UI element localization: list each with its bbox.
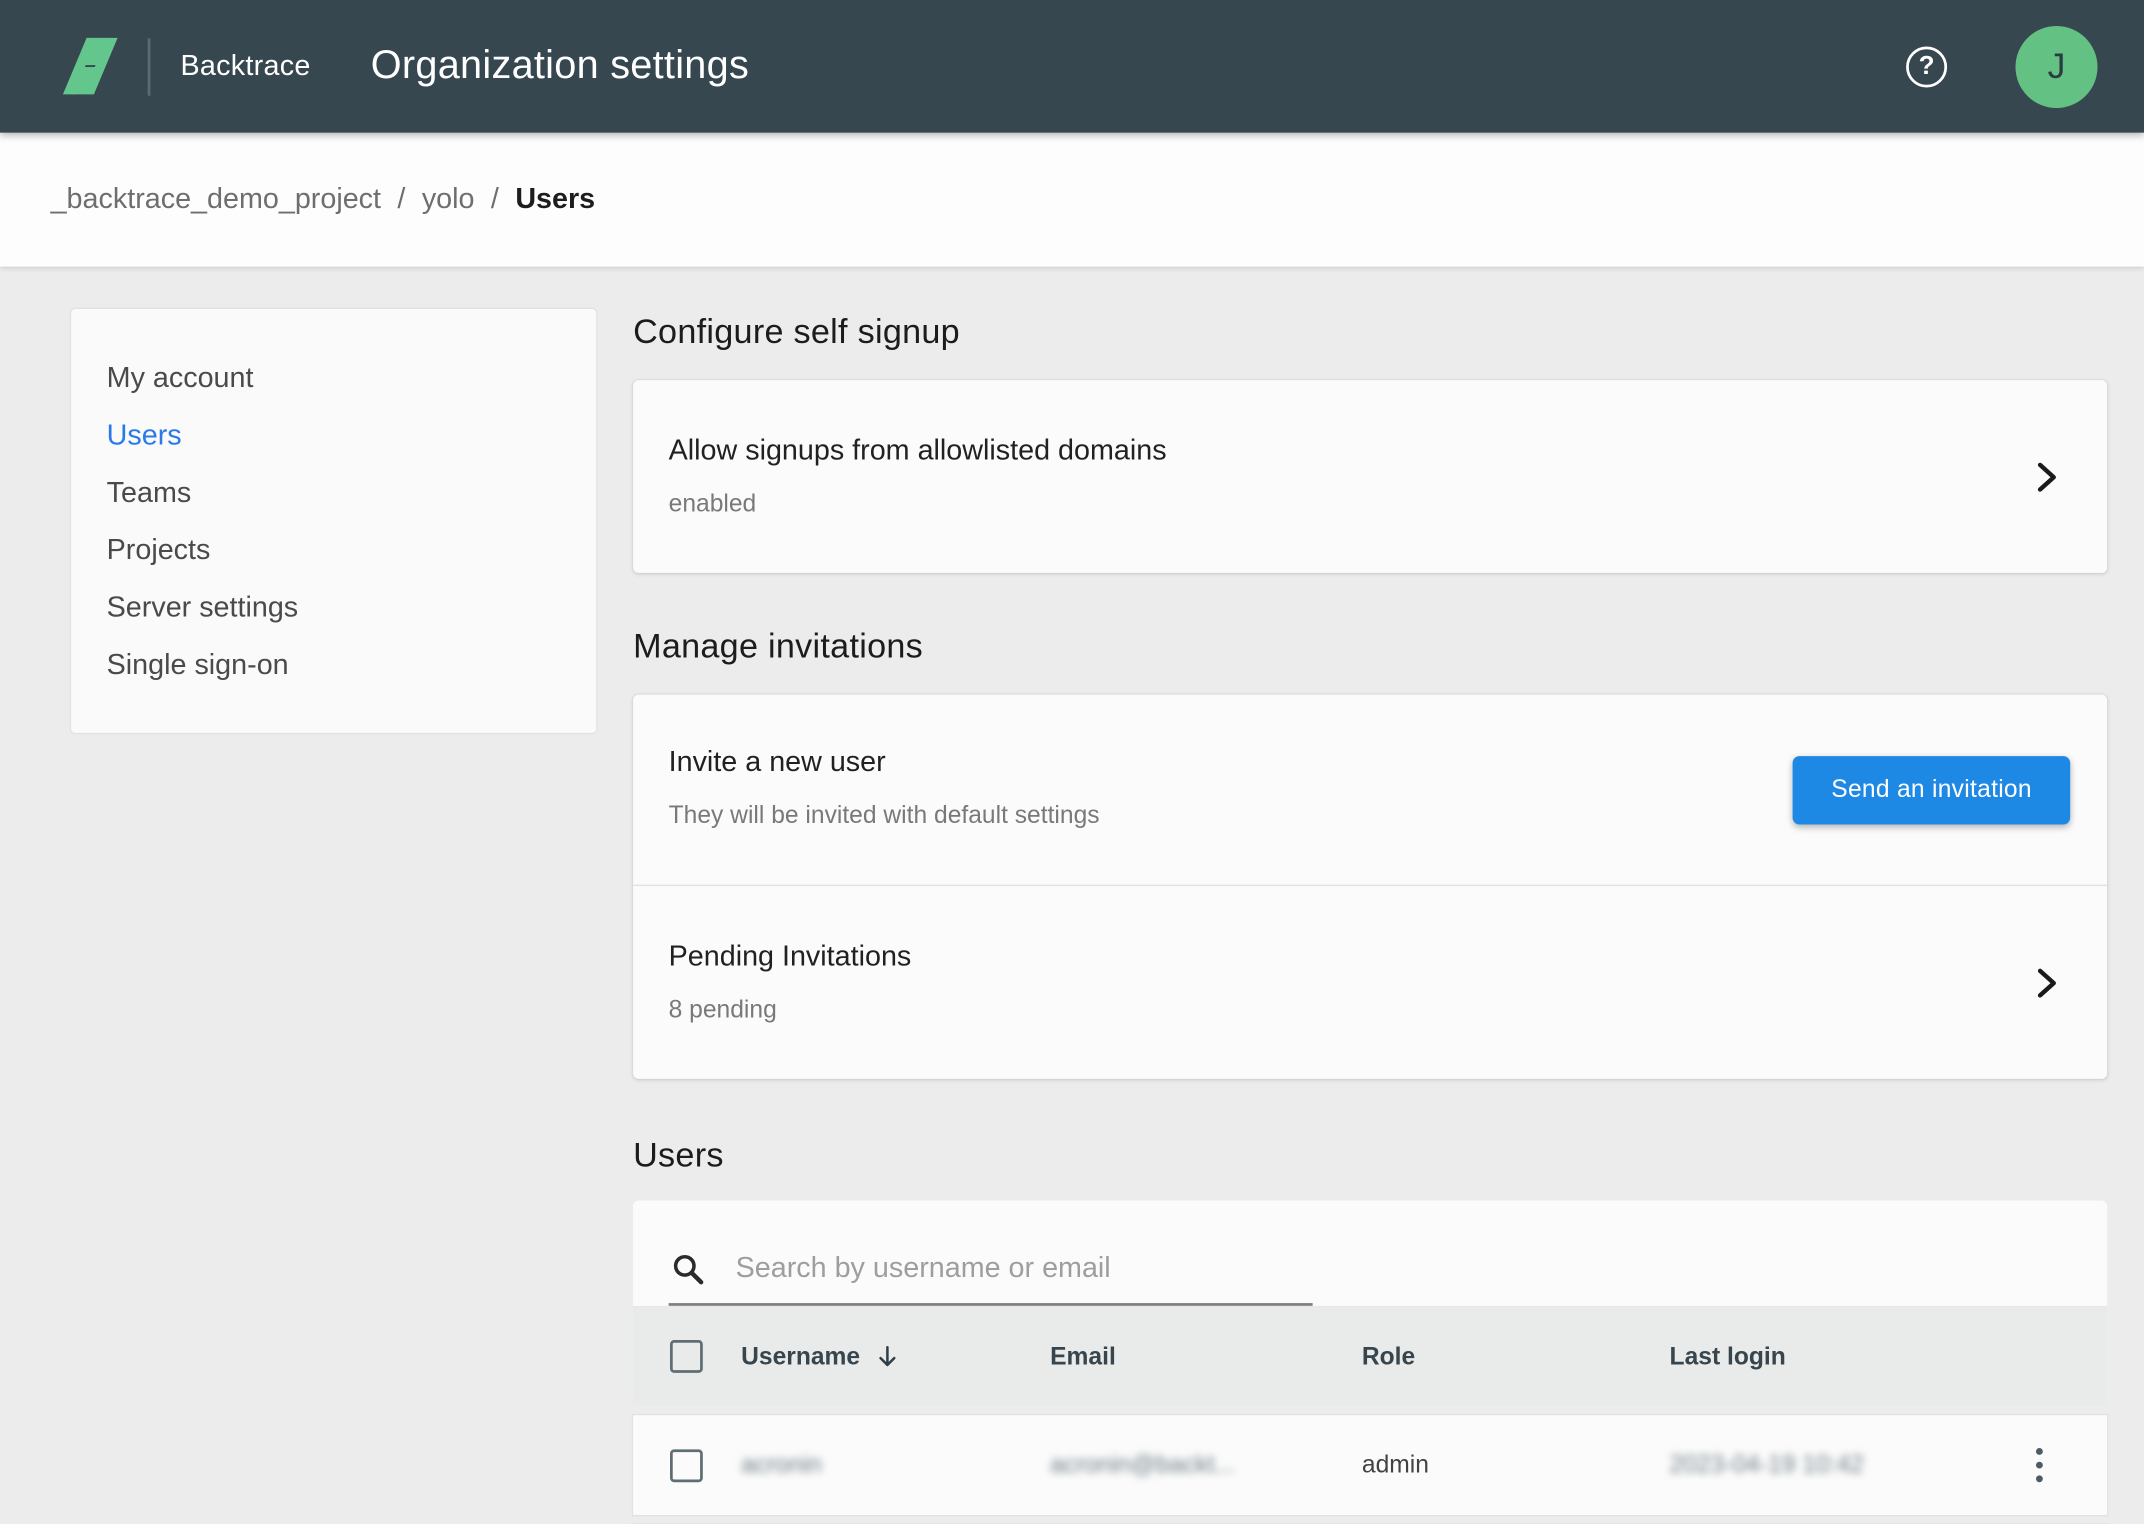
sidebar-item-users[interactable]: Users: [71, 407, 596, 464]
brand-divider: [148, 38, 151, 95]
send-invitation-button[interactable]: Send an invitation: [1793, 755, 2070, 823]
sidebar-item-server-settings[interactable]: Server settings: [71, 580, 596, 637]
users-table-body: acronin acronin@backt... admin 2023-04-1…: [633, 1415, 2107, 1524]
sidebar-item-my-account[interactable]: My account: [71, 350, 596, 407]
invitations-card: Invite a new user They will be invited w…: [633, 695, 2107, 1079]
invite-new-user-row: Invite a new user They will be invited w…: [633, 695, 2107, 885]
pending-invitations-count: 8 pending: [669, 995, 2012, 1024]
backtrace-logo-icon: [60, 34, 120, 100]
allowlisted-domains-row[interactable]: Allow signups from allowlisted domains e…: [633, 380, 2107, 573]
pending-invitations-row[interactable]: Pending Invitations 8 pending: [633, 886, 2107, 1079]
cell-username: acronin: [741, 1451, 1050, 1480]
section-heading-invitations: Manage invitations: [633, 628, 2107, 668]
brand-name: Backtrace: [180, 50, 310, 83]
breadcrumb-separator: /: [491, 183, 499, 216]
sidebar-item-teams[interactable]: Teams: [71, 465, 596, 522]
breadcrumb-bar: _backtrace_demo_project / yolo / Users: [0, 133, 2144, 267]
page-title: Organization settings: [371, 44, 749, 89]
invite-subtitle: They will be invited with default settin…: [669, 801, 1738, 830]
column-header-username[interactable]: Username: [741, 1342, 1050, 1371]
app-header: Backtrace Organization settings ? J: [0, 0, 2144, 133]
self-signup-card: Allow signups from allowlisted domains e…: [633, 380, 2107, 573]
chevron-right-icon: [2036, 460, 2058, 493]
row-checkbox[interactable]: [670, 1449, 703, 1482]
allowlisted-domains-status: enabled: [669, 490, 2012, 519]
pending-invitations-title: Pending Invitations: [669, 941, 2012, 974]
main-content: Configure self signup Allow signups from…: [633, 267, 2107, 1524]
sort-descending-icon: [874, 1343, 901, 1370]
column-label-username: Username: [741, 1342, 860, 1371]
chevron-right-icon: [2036, 966, 2058, 999]
column-header-email[interactable]: Email: [1050, 1342, 1362, 1371]
search-input[interactable]: [736, 1252, 1310, 1285]
select-all-checkbox[interactable]: [670, 1340, 703, 1373]
user-search-card: [633, 1201, 2107, 1308]
select-all-cell: [633, 1340, 741, 1373]
sidebar-item-projects[interactable]: Projects: [71, 522, 596, 579]
column-header-role[interactable]: Role: [1362, 1342, 1670, 1371]
row-menu-icon[interactable]: [2022, 1445, 2055, 1486]
section-heading-users: Users: [633, 1136, 2107, 1176]
column-header-last-login[interactable]: Last login: [1670, 1342, 2012, 1371]
table-row: acronin acronin@backt... admin 2023-04-1…: [633, 1415, 2107, 1515]
allowlisted-domains-title: Allow signups from allowlisted domains: [669, 435, 2012, 468]
page-body: My accountUsersTeamsProjectsServer setti…: [0, 267, 2144, 1524]
cell-role: admin: [1362, 1451, 1670, 1480]
user-search-field: [669, 1243, 1313, 1306]
section-heading-self-signup: Configure self signup: [633, 313, 2107, 353]
search-icon: [670, 1251, 706, 1287]
users-table-header: Username Email Role Last login: [633, 1307, 2107, 1405]
invite-title: Invite a new user: [669, 747, 1738, 780]
settings-sidebar: My accountUsersTeamsProjectsServer setti…: [70, 308, 598, 735]
organization-settings-page: Backtrace Organization settings ? J _bac…: [0, 0, 2144, 1524]
breadcrumb: _backtrace_demo_project / yolo / Users: [51, 183, 596, 216]
breadcrumb-item: Users: [515, 183, 595, 216]
breadcrumb-item[interactable]: _backtrace_demo_project: [51, 183, 381, 216]
breadcrumb-item[interactable]: yolo: [422, 183, 475, 216]
avatar[interactable]: J: [2015, 25, 2097, 107]
row-select-cell: [633, 1449, 741, 1482]
cell-last-login: 2023-04-19 10:42: [1670, 1451, 2012, 1480]
help-icon[interactable]: ?: [1906, 46, 1947, 87]
breadcrumb-separator: /: [397, 183, 405, 216]
sidebar-item-single-sign-on[interactable]: Single sign-on: [71, 637, 596, 694]
cell-email: acronin@backt...: [1050, 1451, 1362, 1480]
